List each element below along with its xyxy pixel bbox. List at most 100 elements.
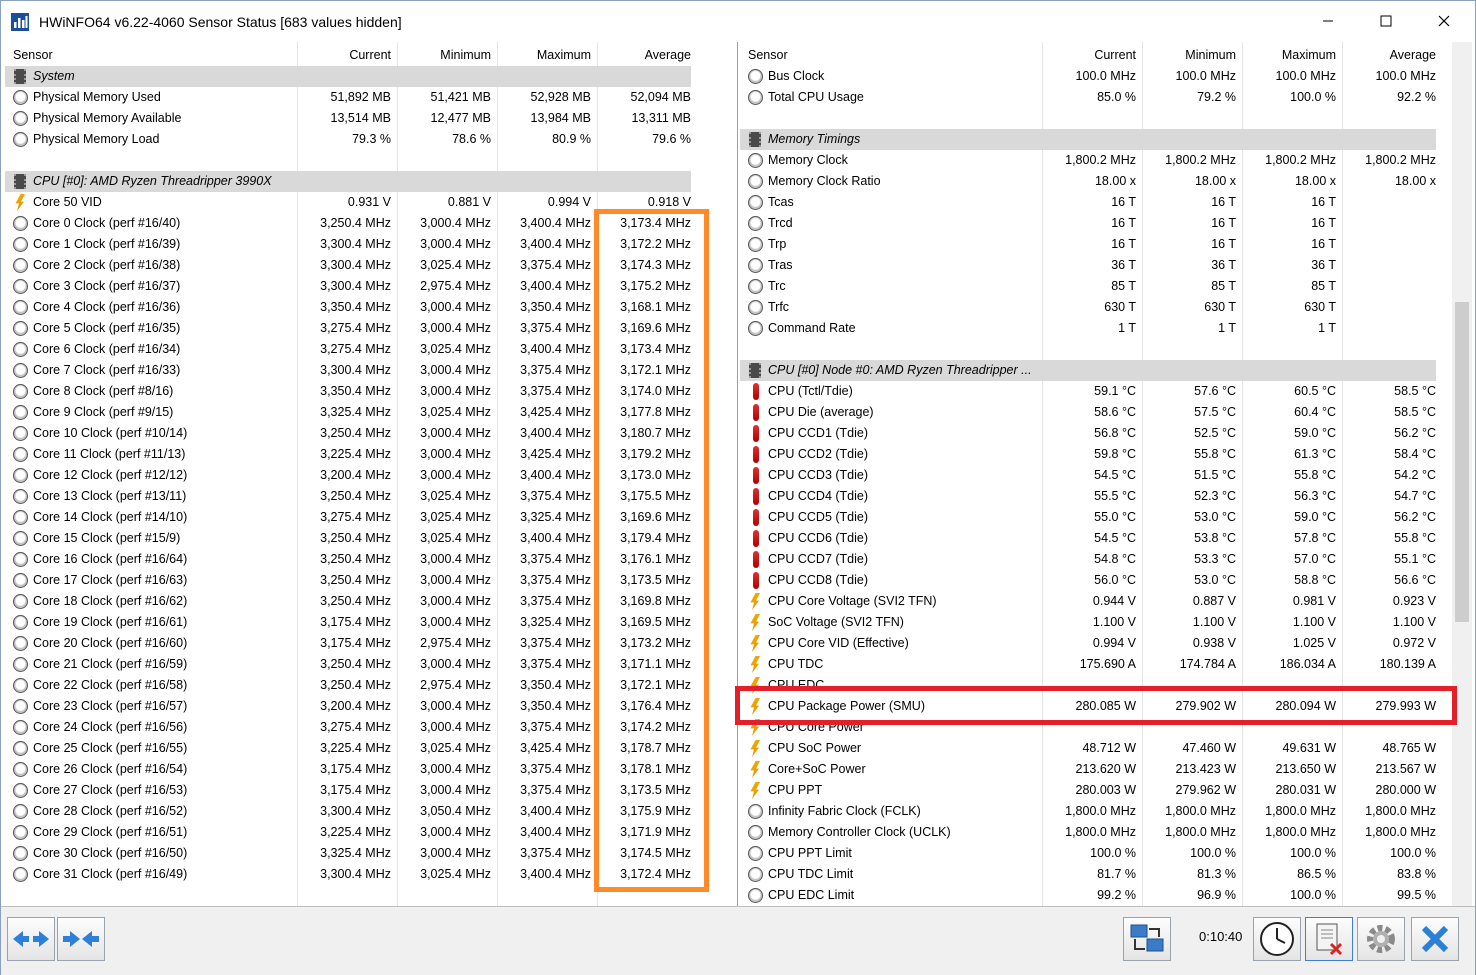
sensor-row[interactable]: CPU CCD3 (Tdie) 54.5 °C 51.5 °C 55.8 °C 54.2… xyxy=(740,465,1473,486)
sensor-row[interactable]: CPU CCD2 (Tdie) 59.8 °C 55.8 °C 61.3 °C 58.4… xyxy=(740,444,1473,465)
sensor-row[interactable]: Memory Clock 1,800.2 MHz 1,800.2 MHz 1,800.… xyxy=(740,150,1473,171)
sensor-row[interactable]: CPU Core VID (Effective) 0.994 V 0.938 V 1.… xyxy=(740,633,1473,654)
sensor-avg-value: 79.6 % xyxy=(652,132,691,146)
minimize-button[interactable] xyxy=(1299,1,1357,41)
clock-button[interactable] xyxy=(1253,917,1301,961)
sensor-row[interactable]: CPU PPT Limit 100.0 % 100.0 % 100.0 % 100.0 … xyxy=(740,843,1473,864)
sensor-row[interactable]: Bus Clock 100.0 MHz 100.0 MHz 100.0 MHz 100.… xyxy=(740,66,1473,87)
sensor-row[interactable]: CPU CCD5 (Tdie) 55.0 °C 53.0 °C 59.0 °C 56.2… xyxy=(740,507,1473,528)
expand-button[interactable] xyxy=(7,917,55,961)
sensor-row[interactable]: CPU SoC Power 48.712 W 47.460 W 49.631 W 48.… xyxy=(740,738,1473,759)
sensor-cur-value: 55.0 °C xyxy=(1094,510,1136,524)
sensor-max-value: 3,400.4 MHz xyxy=(520,237,591,251)
sensor-max-value: 3,425.4 MHz xyxy=(520,447,591,461)
column-header-current[interactable]: Current xyxy=(297,42,397,68)
sensor-max-value: 3,375.4 MHz xyxy=(520,489,591,503)
sensor-name: Core 21 Clock (perf #16/59) xyxy=(33,657,188,671)
sensor-row[interactable]: Trcd 16 T 16 T 16 T xyxy=(740,213,1473,234)
sensor-group-row[interactable]: Memory Timings xyxy=(740,129,1436,150)
sensor-cur-value: 3,250.4 MHz xyxy=(320,657,391,671)
sensor-name: Core 50 VID xyxy=(33,195,102,209)
sensor-row[interactable]: CPU TDC Limit 81.7 % 81.3 % 86.5 % 83.8 % xyxy=(740,864,1473,885)
sensor-avg-value: 54.2 °C xyxy=(1394,468,1436,482)
sensor-row[interactable]: Infinity Fabric Clock (FCLK) 1,800.0 MHz 1… xyxy=(740,801,1473,822)
sensor-row[interactable]: Physical Memory Available 13,514 MB 12,477… xyxy=(5,108,737,129)
sensor-cur-value: 0.944 V xyxy=(1092,594,1136,608)
sensor-row[interactable]: Trfc 630 T 630 T 630 T xyxy=(740,297,1473,318)
sensor-row[interactable]: CPU CCD7 (Tdie) 54.8 °C 53.3 °C 57.0 °C 55.1… xyxy=(740,549,1473,570)
sensor-max-value: 1,800.0 MHz xyxy=(1265,804,1336,818)
sensor-max-value: 3,400.4 MHz xyxy=(520,804,591,818)
column-header-average[interactable]: Average xyxy=(597,42,697,68)
maximize-button[interactable] xyxy=(1357,1,1415,41)
sensor-cur-value: 1,800.0 MHz xyxy=(1065,825,1136,839)
sensor-min-value: 16 T xyxy=(1211,216,1236,230)
sensor-max-value: 3,375.4 MHz xyxy=(520,594,591,608)
sensor-row[interactable]: CPU CCD8 (Tdie) 56.0 °C 53.0 °C 58.8 °C 56.6… xyxy=(740,570,1473,591)
column-header-maximum[interactable]: Maximum xyxy=(497,42,597,68)
sensor-row[interactable]: SoC Voltage (SVI2 TFN) 1.100 V 1.100 V 1.10… xyxy=(740,612,1473,633)
column-header-sensor[interactable]: Sensor xyxy=(740,42,1042,68)
sensor-row[interactable]: CPU CCD6 (Tdie) 54.5 °C 53.8 °C 57.8 °C 55.8… xyxy=(740,528,1473,549)
sensor-avg-value: 0.923 V xyxy=(1392,594,1436,608)
close-button[interactable] xyxy=(1415,1,1473,41)
sensor-avg-value: 92.2 % xyxy=(1397,90,1436,104)
sensor-max-value: 3,400.4 MHz xyxy=(520,531,591,545)
sensor-row[interactable]: Physical Memory Load 79.3 % 78.6 % 80.9 % 79… xyxy=(5,129,737,150)
sensor-row[interactable]: CPU PPT 280.003 W 279.962 W 280.031 W 280.00… xyxy=(740,780,1473,801)
sensor-name: Infinity Fabric Clock (FCLK) xyxy=(768,804,921,818)
sensor-cur-value: 56.8 °C xyxy=(1094,426,1136,440)
collapse-button[interactable] xyxy=(57,917,105,961)
column-header-minimum[interactable]: Minimum xyxy=(397,42,497,68)
sensor-row[interactable]: CPU EDC Limit 99.2 % 96.9 % 100.0 % 99.5 % xyxy=(740,885,1473,906)
sensor-min-value: 78.6 % xyxy=(452,132,491,146)
reset-button[interactable] xyxy=(1305,917,1353,961)
sensor-row[interactable]: Tras 36 T 36 T 36 T xyxy=(740,255,1473,276)
sensor-row[interactable]: CPU CCD4 (Tdie) 55.5 °C 52.3 °C 56.3 °C 54.7… xyxy=(740,486,1473,507)
sensor-max-value: 3,375.4 MHz xyxy=(520,573,591,587)
sensor-row[interactable]: Trp 16 T 16 T 16 T xyxy=(740,234,1473,255)
column-header-average[interactable]: Average xyxy=(1342,42,1442,68)
sensor-row[interactable]: CPU Core Voltage (SVI2 TFN) 0.944 V 0.887 … xyxy=(740,591,1473,612)
column-header-minimum[interactable]: Minimum xyxy=(1142,42,1242,68)
sensor-row[interactable]: CPU TDC 175.690 A 174.784 A 186.034 A 180.13… xyxy=(740,654,1473,675)
sensor-row[interactable]: Memory Controller Clock (UCLK) 1,800.0 MH… xyxy=(740,822,1473,843)
sensor-group-row[interactable]: System xyxy=(5,66,691,87)
close-x-icon xyxy=(1421,925,1449,953)
sensor-avg-value xyxy=(1342,192,1442,213)
sensor-name: Physical Memory Available xyxy=(33,111,182,125)
column-header-maximum[interactable]: Maximum xyxy=(1242,42,1342,68)
sensor-row[interactable]: Trc 85 T 85 T 85 T xyxy=(740,276,1473,297)
exit-button[interactable] xyxy=(1411,917,1459,961)
sensor-cur-value: 16 T xyxy=(1111,195,1136,209)
sensor-row[interactable]: CPU CCD1 (Tdie) 56.8 °C 52.5 °C 59.0 °C 56.2… xyxy=(740,423,1473,444)
sensor-min-value: 1,800.0 MHz xyxy=(1165,804,1236,818)
sensor-group-row[interactable]: CPU [#0]: AMD Ryzen Threadripper 3990X xyxy=(5,171,691,192)
network-button[interactable] xyxy=(1123,917,1171,961)
right-pane-scrollbar[interactable] xyxy=(1452,42,1472,906)
sensor-name: Core 24 Clock (perf #16/56) xyxy=(33,720,188,734)
scrollbar-thumb[interactable] xyxy=(1455,302,1469,622)
sensor-row[interactable]: Command Rate 1 T 1 T 1 T xyxy=(740,318,1473,339)
sensor-cur-value: 3,200.4 MHz xyxy=(320,468,391,482)
sensor-row[interactable]: Physical Memory Used 51,892 MB 51,421 MB 52… xyxy=(5,87,737,108)
close-icon xyxy=(1438,15,1450,27)
sensor-cur-value: 1 T xyxy=(1118,321,1136,335)
sensor-group-row[interactable]: CPU [#0] Node #0: AMD Ryzen Threadripper… xyxy=(740,360,1436,381)
sensor-min-value: 174.784 A xyxy=(1179,657,1236,671)
settings-button[interactable] xyxy=(1357,917,1405,961)
sensor-row[interactable]: Total CPU Usage 85.0 % 79.2 % 100.0 % 92.2 % xyxy=(740,87,1473,108)
sensor-row[interactable]: Core+SoC Power 213.620 W 213.423 W 213.650 … xyxy=(740,759,1473,780)
sensor-row[interactable]: Memory Clock Ratio 18.00 x 18.00 x 18.00 x 1… xyxy=(740,171,1473,192)
sensor-row[interactable]: CPU Die (average) 58.6 °C 57.5 °C 60.4 °C 58… xyxy=(740,402,1473,423)
sensor-cur-value: 58.6 °C xyxy=(1094,405,1136,419)
sensor-cur-value: 51,892 MB xyxy=(330,90,391,104)
column-header-current[interactable]: Current xyxy=(1042,42,1142,68)
column-header-sensor[interactable]: Sensor xyxy=(5,42,297,68)
sensor-row[interactable]: Tcas 16 T 16 T 16 T xyxy=(740,192,1473,213)
sensor-avg-value: 13,311 MB xyxy=(631,111,691,125)
sensor-min-value: 16 T xyxy=(1211,195,1236,209)
sensor-table-right[interactable]: Sensor Current Minimum Maximum Average Bus Cl… xyxy=(740,42,1473,906)
sensor-row[interactable]: CPU (Tctl/Tdie) 59.1 °C 57.6 °C 60.5 °C 58.5… xyxy=(740,381,1473,402)
title-bar[interactable]: HWiNFO64 v6.22-4060 Sensor Status [683 v… xyxy=(1,1,1475,41)
